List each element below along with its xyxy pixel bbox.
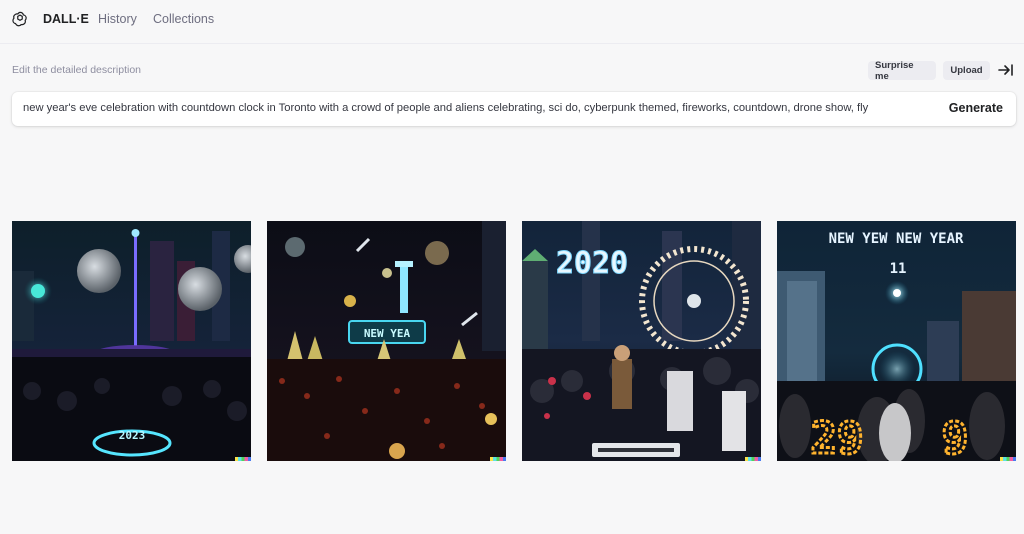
openai-logo-icon[interactable] (11, 10, 29, 28)
collapse-arrow-icon[interactable] (998, 63, 1014, 77)
image-4-digit-left: 29 (811, 413, 864, 461)
image-4-signature-icon (1000, 457, 1016, 461)
generated-image-2[interactable]: NEW YEA (267, 221, 506, 461)
prompt-input[interactable]: new year's eve celebration with countdow… (23, 102, 928, 118)
generated-image-4-art: NEW YEW NEW YEAR 11 29 9 (777, 221, 1016, 461)
image-1-countdown-text: 2023 (119, 429, 146, 442)
generated-image-1-art: 2023 (12, 221, 251, 461)
image-3-signature-icon (745, 457, 761, 461)
surprise-me-button[interactable]: Surprise me (868, 60, 936, 82)
generate-button[interactable]: Generate (949, 101, 1003, 115)
generated-image-2-art: NEW YEA (267, 221, 506, 461)
image-2-sign-text: NEW YEA (364, 327, 411, 340)
generated-image-3-art: 2020 (522, 221, 761, 461)
upload-button[interactable]: Upload (943, 61, 990, 80)
generated-image-3[interactable]: 2020 (522, 221, 761, 461)
brand-link[interactable]: DALL·E (43, 12, 89, 26)
generated-image-4[interactable]: NEW YEW NEW YEAR 11 29 9 (777, 221, 1016, 461)
svg-text:9: 9 (942, 413, 969, 461)
nav-collections-link[interactable]: Collections (153, 12, 214, 26)
image-3-year-text: 2020 (556, 246, 628, 281)
image-2-signature-icon (490, 457, 506, 461)
prompt-input-container[interactable]: new year's eve celebration with countdow… (12, 92, 1016, 126)
top-navigation-bar: DALL·E History Collections (0, 0, 1024, 44)
generated-image-1[interactable]: 2023 (12, 221, 251, 461)
image-4-headline-text: NEW YEW NEW YEAR (829, 231, 964, 247)
image-4-clock-text: 11 (890, 261, 907, 277)
prompt-label: Edit the detailed description (12, 64, 141, 76)
image-1-signature-icon (235, 457, 251, 461)
nav-history-link[interactable]: History (98, 12, 137, 26)
